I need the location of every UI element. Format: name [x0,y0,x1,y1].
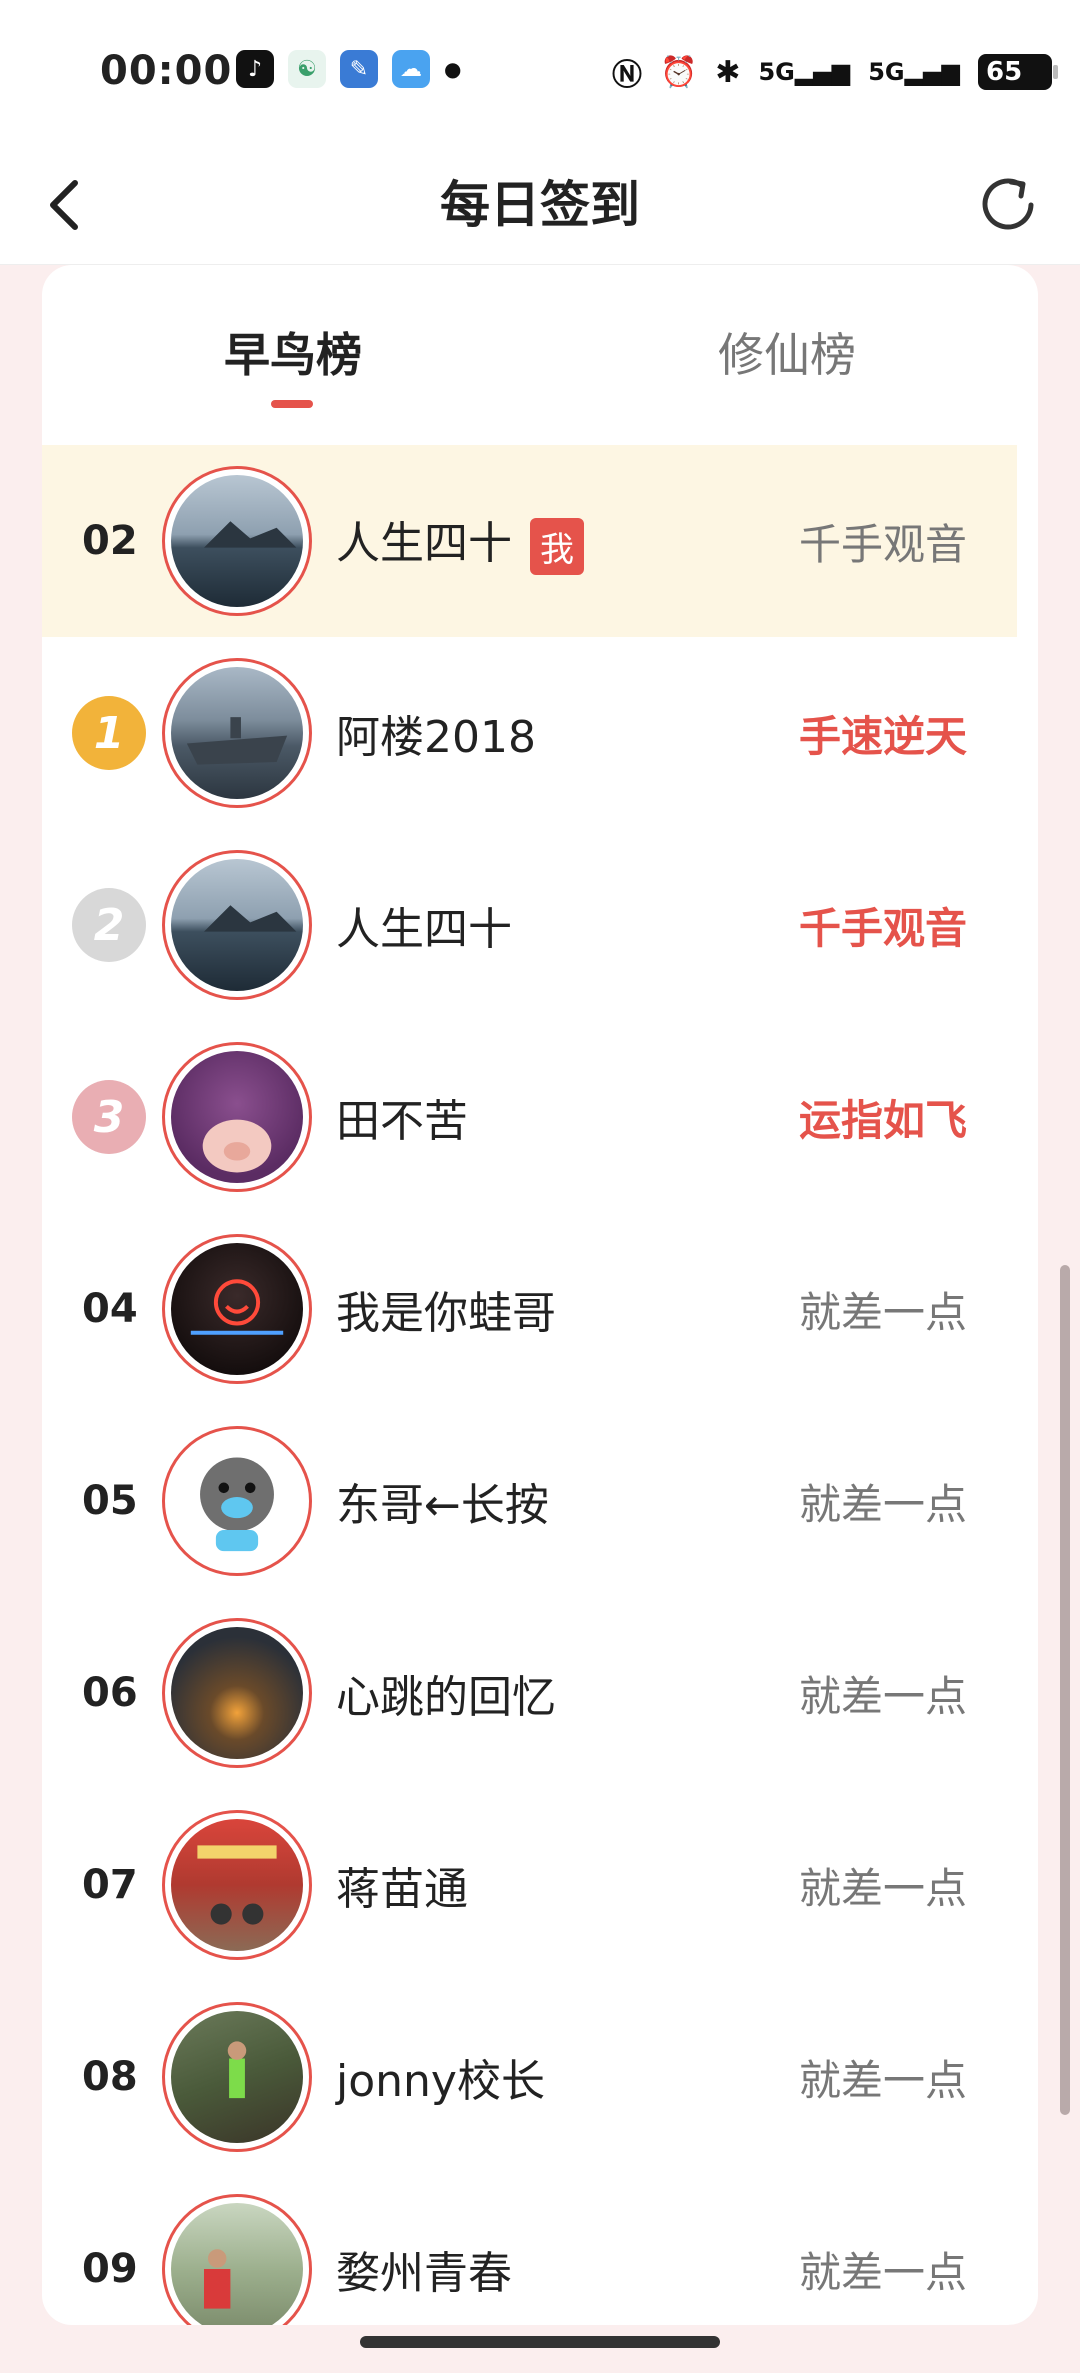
rank-title: 就差一点 [798,1671,967,1721]
status-right: Ⓝ ⏰ ✱ 5G▂▄▆ 5G▂▄▆ 65 [611,50,1058,94]
avatar[interactable] [162,1042,312,1192]
avatar-image [171,1051,303,1183]
avatar[interactable] [162,1810,312,1960]
rank-title: 就差一点 [798,2055,967,2105]
user-name: jonny校长 [336,2056,545,2107]
rank-title: 手速逆天 [798,711,967,761]
user-name: 婺州青春 [336,2248,512,2299]
list-item[interactable]: 3 田不苦 运指如飞 [42,1021,1017,1213]
status-time: 00:00 [100,48,233,94]
tab-cultivation[interactable]: 修仙榜 [718,320,856,390]
feather-icon: ✎ [340,50,378,88]
avatar[interactable] [162,1234,312,1384]
bluetooth-icon: ✱ [715,54,741,90]
list-item[interactable]: 2 人生四十 千手观音 [42,829,1017,1021]
avatar[interactable] [162,658,312,808]
list-item[interactable]: 08 jonny校长 就差一点 [42,1981,1017,2173]
home-indicator[interactable] [360,2336,720,2348]
user-name: 田不苦 [336,1096,468,1147]
avatar[interactable] [162,2002,312,2152]
avatar-image [171,2011,303,2143]
avatar[interactable] [162,466,312,616]
avatar-image [171,475,303,607]
health-icon: ☯ [288,50,326,88]
rank-title: 千手观音 [798,903,967,953]
list-item[interactable]: 06 心跳的回忆 就差一点 [42,1597,1017,1789]
more-dot-icon: ● [444,57,462,81]
avatar-image [171,1243,303,1375]
refresh-icon [982,178,1034,230]
rank-title: 就差一点 [798,2247,967,2297]
rank-title: 就差一点 [798,1287,967,1337]
weather-icon: ☁ [392,50,430,88]
gold-medal-icon: 1 [72,696,146,770]
tab-bar: 早鸟榜 修仙榜 [42,265,1038,445]
list-item-me[interactable]: 02 人生四十我 千手观音 [42,445,1017,637]
avatar[interactable] [162,2194,312,2325]
refresh-button[interactable] [966,163,1050,247]
tab-active-indicator [271,400,313,408]
list-item[interactable]: 05 东哥←长按 就差一点 [42,1405,1017,1597]
avatar[interactable] [162,850,312,1000]
avatar-image [171,1435,303,1567]
nfc-icon: Ⓝ [611,58,642,93]
battery-icon: 65 [978,54,1058,90]
rank-title: 运指如飞 [798,1095,967,1145]
rank-title: 就差一点 [798,1479,967,1529]
user-name: 蒋苗通 [336,1864,468,1915]
status-bar: 00:00 ♪ ☯ ✎ ☁ ● Ⓝ ⏰ ✱ 5G▂▄▆ 5G▂▄▆ 65 [0,0,1080,145]
rank-title: 就差一点 [798,1863,967,1913]
avatar-image [171,1627,303,1759]
avatar[interactable] [162,1426,312,1576]
avatar-image [171,2203,303,2325]
leaderboard-card: 早鸟榜 修仙榜 02 人生四十我 千手观音 1 阿楼2018 手速逆天 2 人生… [42,265,1038,2325]
user-name: 心跳的回忆 [336,1672,556,1723]
list-item[interactable]: 09 婺州青春 就差一点 [42,2173,1017,2325]
silver-medal-icon: 2 [72,888,146,962]
user-name: 人生四十 [336,904,512,955]
tab-early-bird[interactable]: 早鸟榜 [224,320,362,390]
bronze-medal-icon: 3 [72,1080,146,1154]
rank-title: 千手观音 [798,519,967,569]
avatar-image [171,667,303,799]
signal-icon-1: 5G▂▄▆ [758,58,851,86]
list-item[interactable]: 04 我是你蛙哥 就差一点 [42,1213,1017,1405]
list-item[interactable]: 1 阿楼2018 手速逆天 [42,637,1017,829]
user-name: 东哥←长按 [336,1480,549,1531]
avatar-image [171,1819,303,1951]
me-badge: 我 [530,517,584,575]
user-name: 我是你蛙哥 [336,1288,556,1339]
avatar-image [171,859,303,991]
avatar[interactable] [162,1618,312,1768]
user-name: 阿楼2018 [336,712,536,763]
scrollbar[interactable] [1060,1265,1070,2115]
status-app-icons: ♪ ☯ ✎ ☁ ● [236,50,461,88]
tiktok-icon: ♪ [236,50,274,88]
signal-icon-2: 5G▂▄▆ [868,58,960,86]
nav-bar: 每日签到 [0,145,1080,265]
alarm-icon: ⏰ [659,54,698,90]
list-item[interactable]: 07 蒋苗通 就差一点 [42,1789,1017,1981]
page-title: 每日签到 [440,176,640,234]
user-name: 人生四十我 [336,507,584,575]
